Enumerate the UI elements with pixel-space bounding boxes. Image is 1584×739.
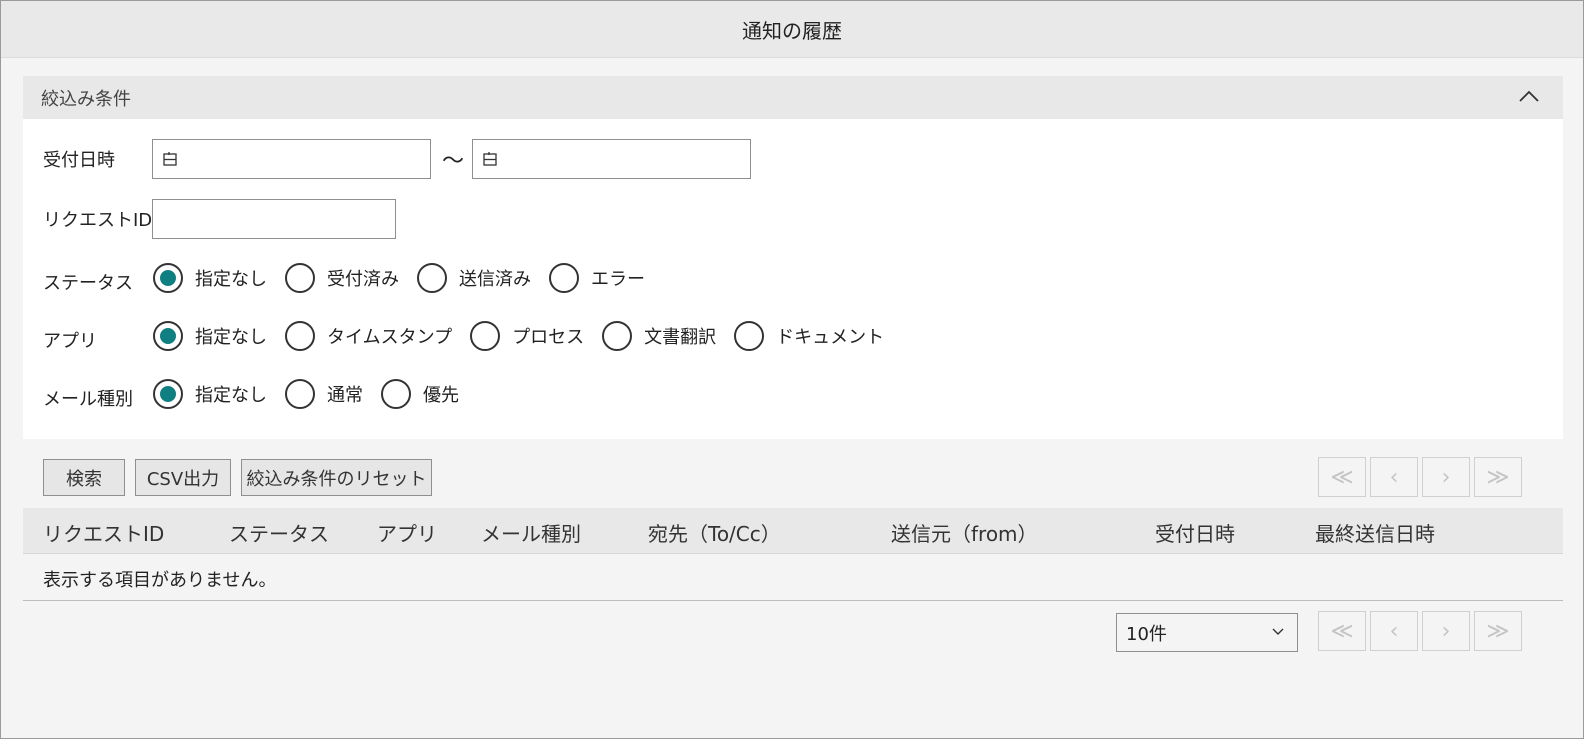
filter-panel: 絞込み条件 受付日時 ～ リクエストID ステータス 指定なし 受付済み 送信済…	[23, 76, 1563, 439]
radio-icon[interactable]	[734, 321, 765, 351]
app-option-label: タイムスタンプ	[327, 327, 453, 348]
mail-type-option-normal[interactable]: 通常	[285, 379, 363, 409]
app-radio-group: 指定なし タイムスタンプ プロセス 文書翻訳 ドキュメント	[153, 321, 902, 351]
app-option-translation[interactable]: 文書翻訳	[602, 321, 716, 351]
first-page-icon[interactable]: ≪	[1318, 457, 1366, 497]
empty-message: 表示する項目がありません。	[43, 570, 277, 591]
table-header: リクエストID ステータス アプリ メール種別 宛先（To/Cc） 送信元（fr…	[23, 508, 1563, 554]
last-page-icon[interactable]: ≫	[1474, 611, 1522, 651]
range-separator: ～	[442, 149, 465, 174]
mail-type-label: メール種別	[43, 389, 133, 410]
radio-checked-icon[interactable]	[153, 321, 183, 351]
app-label: アプリ	[43, 331, 97, 352]
pagination-bottom: ≪ ‹ › ≫	[1314, 611, 1522, 651]
prev-page-icon[interactable]: ‹	[1370, 457, 1418, 497]
radio-icon[interactable]	[285, 263, 315, 293]
app-option-label: 指定なし	[195, 327, 267, 348]
mail-type-option-label: 優先	[423, 385, 459, 406]
received-date-label: 受付日時	[43, 150, 115, 171]
filter-header-label: 絞込み条件	[41, 88, 131, 110]
search-button[interactable]: 検索	[43, 459, 125, 496]
reset-filter-button[interactable]: 絞込み条件のリセット	[241, 459, 432, 496]
column-header-last-sent-at[interactable]: 最終送信日時	[1315, 518, 1435, 547]
csv-export-button[interactable]: CSV出力	[135, 459, 231, 496]
status-option-error[interactable]: エラー	[549, 263, 645, 293]
app-option-timestamp[interactable]: タイムスタンプ	[285, 321, 452, 351]
status-option-sent[interactable]: 送信済み	[417, 263, 531, 293]
app-option-document[interactable]: ドキュメント	[734, 321, 884, 351]
column-header-status[interactable]: ステータス	[229, 518, 329, 547]
radio-icon[interactable]	[470, 321, 501, 351]
status-option-label: 送信済み	[459, 269, 531, 290]
app-option-label: ドキュメント	[776, 327, 885, 348]
prev-page-icon[interactable]: ‹	[1370, 611, 1418, 651]
mail-type-option-none[interactable]: 指定なし	[153, 379, 267, 409]
next-page-icon[interactable]: ›	[1422, 457, 1470, 497]
app-option-label: 文書翻訳	[644, 327, 717, 348]
notification-history-window: 通知の履歴 絞込み条件 受付日時 ～ リクエストID ステータス 指定なし 受付…	[0, 0, 1584, 739]
page-size-select[interactable]: 10件	[1116, 613, 1298, 652]
mail-type-option-label: 指定なし	[195, 385, 267, 406]
radio-checked-icon[interactable]	[153, 379, 183, 409]
column-header-request-id[interactable]: リクエストID	[43, 518, 164, 547]
radio-icon[interactable]	[381, 379, 411, 409]
column-header-to[interactable]: 宛先（To/Cc）	[648, 518, 781, 547]
app-option-process[interactable]: プロセス	[470, 321, 584, 351]
radio-icon[interactable]	[417, 263, 447, 293]
column-header-mail-type[interactable]: メール種別	[481, 518, 581, 547]
page-size-value: 10件	[1126, 623, 1167, 645]
radio-icon[interactable]	[285, 379, 315, 409]
request-id-input[interactable]	[152, 199, 396, 239]
date-to-input[interactable]	[472, 139, 751, 179]
column-header-app[interactable]: アプリ	[377, 518, 437, 547]
status-option-label: 指定なし	[195, 269, 267, 290]
mail-type-option-priority[interactable]: 優先	[381, 379, 459, 409]
app-option-none[interactable]: 指定なし	[153, 321, 267, 351]
status-radio-group: 指定なし 受付済み 送信済み エラー	[153, 263, 663, 293]
window-title: 通知の履歴	[1, 1, 1583, 58]
request-id-label: リクエストID	[43, 210, 153, 231]
date-from-input[interactable]	[152, 139, 431, 179]
history-table: リクエストID ステータス アプリ メール種別 宛先（To/Cc） 送信元（fr…	[23, 508, 1563, 601]
radio-icon[interactable]	[285, 321, 315, 351]
radio-checked-icon[interactable]	[153, 263, 183, 293]
last-page-icon[interactable]: ≫	[1474, 457, 1522, 497]
chevron-up-icon[interactable]	[1517, 85, 1541, 109]
status-label: ステータス	[43, 273, 133, 294]
status-option-label: 受付済み	[327, 269, 399, 290]
pagination-top: ≪ ‹ › ≫	[1314, 457, 1522, 497]
status-option-received[interactable]: 受付済み	[285, 263, 399, 293]
column-header-received-at[interactable]: 受付日時	[1155, 518, 1235, 547]
column-header-from[interactable]: 送信元（from）	[891, 518, 1038, 547]
empty-table-row: 表示する項目がありません。	[23, 554, 1563, 601]
filter-panel-header[interactable]: 絞込み条件	[23, 76, 1563, 119]
app-option-label: プロセス	[512, 327, 585, 348]
radio-icon[interactable]	[549, 263, 579, 293]
next-page-icon[interactable]: ›	[1422, 611, 1470, 651]
mail-type-option-label: 通常	[327, 385, 363, 406]
radio-icon[interactable]	[602, 321, 633, 351]
status-option-label: エラー	[591, 269, 645, 290]
mail-type-radio-group: 指定なし 通常 優先	[153, 379, 477, 409]
chevron-down-icon	[1272, 628, 1284, 635]
status-option-none[interactable]: 指定なし	[153, 263, 267, 293]
first-page-icon[interactable]: ≪	[1318, 611, 1366, 651]
